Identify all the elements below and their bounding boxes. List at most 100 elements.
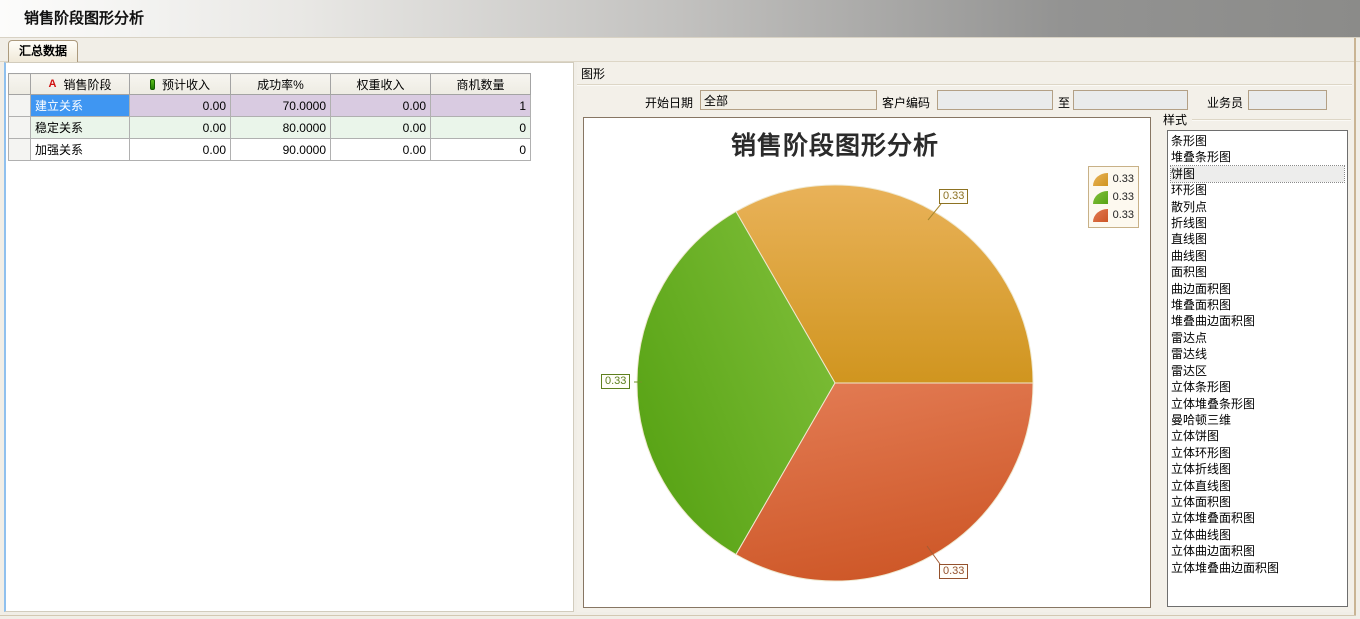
salesman-input[interactable] [1248,90,1327,110]
style-list-item[interactable]: 立体折线图 [1171,461,1344,477]
style-list-item[interactable]: 雷达线 [1171,346,1344,362]
style-list-item[interactable]: 立体曲边面积图 [1171,543,1344,559]
style-list: 条形图堆叠条形图饼图环形图散列点折线图直线图曲线图面积图曲边面积图堆叠面积图堆叠… [1167,130,1348,607]
style-list-item[interactable]: 立体堆叠面积图 [1171,510,1344,526]
style-list-item[interactable]: 条形图 [1171,133,1344,149]
customer-code-input[interactable] [937,90,1053,110]
pie-callout-label: 0.33 [601,374,630,389]
table-cell[interactable]: 70.0000 [231,95,331,117]
sales-stage-table: A 销售阶段 预计收入 成功率% 权重收入 商机数量 建立关系 0 [8,73,531,161]
style-list-item[interactable]: 立体堆叠条形图 [1171,396,1344,412]
table-header-row: A 销售阶段 预计收入 成功率% 权重收入 商机数量 [9,74,531,95]
style-list-item[interactable]: 立体条形图 [1171,379,1344,395]
table-cell[interactable]: 90.0000 [231,139,331,161]
salesman-label: 业务员 [1207,94,1243,111]
column-header-success-rate[interactable]: 成功率% [231,74,331,95]
legend-label: 0.33 [1113,209,1134,221]
start-date-label: 开始日期 [645,94,693,111]
style-list-item[interactable]: 曼哈顿三维 [1171,412,1344,428]
table-cell[interactable]: 稳定关系 [31,117,130,139]
table-cell[interactable]: 建立关系 [31,95,130,117]
pie-callout-label: 0.33 [939,564,968,579]
style-list-item[interactable]: 堆叠面积图 [1171,297,1344,313]
row-selector[interactable] [9,117,31,139]
legend-swatch [1093,209,1108,222]
pie-callout-label: 0.33 [939,189,968,204]
chart-legend: 0.33 0.33 0.33 [1088,166,1139,228]
summary-table-panel: A 销售阶段 预计收入 成功率% 权重收入 商机数量 建立关系 0 [4,62,574,612]
style-list-item[interactable]: 散列点 [1171,199,1344,215]
row-selector-header [9,74,31,95]
column-label: 销售阶段 [63,76,111,93]
column-header-stage[interactable]: A 销售阶段 [31,74,130,95]
window-title-bar: 销售阶段图形分析 [0,0,1360,38]
style-list-item[interactable]: 面积图 [1171,264,1344,280]
style-list-item[interactable]: 立体堆叠曲边面积图 [1171,560,1344,576]
legend-swatch [1093,191,1108,204]
column-header-weighted-revenue[interactable]: 权重收入 [331,74,431,95]
column-label: 商机数量 [456,76,504,93]
table-row[interactable]: 建立关系0.0070.00000.001 [9,95,531,117]
stage-table-body: 建立关系0.0070.00000.001稳定关系0.0080.00000.000… [9,95,531,161]
table-cell[interactable]: 0 [431,139,531,161]
table-cell[interactable]: 0.00 [331,117,431,139]
table-cell[interactable]: 0.00 [331,95,431,117]
legend-item: 0.33 [1093,188,1134,206]
legend-swatch [1093,173,1108,186]
style-list-item[interactable]: 曲线图 [1171,248,1344,264]
style-list-item[interactable]: 雷达区 [1171,363,1344,379]
text-type-icon: A [49,79,57,90]
chart-area: 销售阶段图形分析 0 [583,117,1151,608]
start-date-input[interactable] [700,90,877,110]
style-group-line [1192,119,1351,121]
tab-strip: 汇总数据 [0,38,1360,62]
style-list-item[interactable]: 立体环形图 [1171,445,1344,461]
legend-item: 0.33 [1093,206,1134,224]
table-cell[interactable]: 0.00 [130,95,231,117]
style-list-item[interactable]: 直线图 [1171,231,1344,247]
style-list-item[interactable]: 立体曲线图 [1171,527,1344,543]
graph-panel-divider [577,84,1352,86]
customer-code-label: 客户编码 [882,94,930,111]
page-title: 销售阶段图形分析 [24,0,144,38]
table-cell[interactable]: 0.00 [331,139,431,161]
table-cell[interactable]: 0.00 [130,117,231,139]
legend-label: 0.33 [1113,173,1134,185]
table-cell[interactable]: 80.0000 [231,117,331,139]
style-group-title: 样式 [1163,111,1191,128]
style-list-item[interactable]: 环形图 [1171,182,1344,198]
column-header-expected-revenue[interactable]: 预计收入 [130,74,231,95]
style-list-item[interactable]: 立体直线图 [1171,478,1344,494]
style-list-item[interactable]: 雷达点 [1171,330,1344,346]
table-cell[interactable]: 1 [431,95,531,117]
table-cell[interactable]: 0.00 [130,139,231,161]
table-row[interactable]: 稳定关系0.0080.00000.000 [9,117,531,139]
tab-label: 汇总数据 [19,44,67,58]
style-list-item[interactable]: 立体面积图 [1171,494,1344,510]
window: 销售阶段图形分析 汇总数据 A 销售阶段 预计收入 [0,0,1360,619]
graph-panel-title: 图形 [581,65,605,82]
row-selector[interactable] [9,95,31,117]
pie-chart [584,118,1152,609]
column-label: 权重收入 [356,76,404,93]
tab-summary-data[interactable]: 汇总数据 [8,40,78,62]
style-list-item[interactable]: 折线图 [1171,215,1344,231]
column-label: 预计收入 [162,76,210,93]
column-header-opportunity-count[interactable]: 商机数量 [431,74,531,95]
frame-edge-right [1354,38,1356,616]
style-list-item[interactable]: 曲边面积图 [1171,281,1344,297]
to-label: 至 [1058,94,1070,111]
table-cell[interactable]: 加强关系 [31,139,130,161]
customer-code-to-input[interactable] [1073,90,1188,110]
style-list-item[interactable]: 饼图 [1171,166,1344,182]
style-list-item[interactable]: 立体饼图 [1171,428,1344,444]
legend-label: 0.33 [1113,191,1134,203]
legend-item: 0.33 [1093,170,1134,188]
style-list-item[interactable]: 堆叠曲边面积图 [1171,313,1344,329]
row-selector[interactable] [9,139,31,161]
table-cell[interactable]: 0 [431,117,531,139]
table-row[interactable]: 加强关系0.0090.00000.000 [9,139,531,161]
style-list-item[interactable]: 堆叠条形图 [1171,149,1344,165]
numeric-type-icon [150,79,155,90]
frame-edge-bottom [0,615,1356,616]
